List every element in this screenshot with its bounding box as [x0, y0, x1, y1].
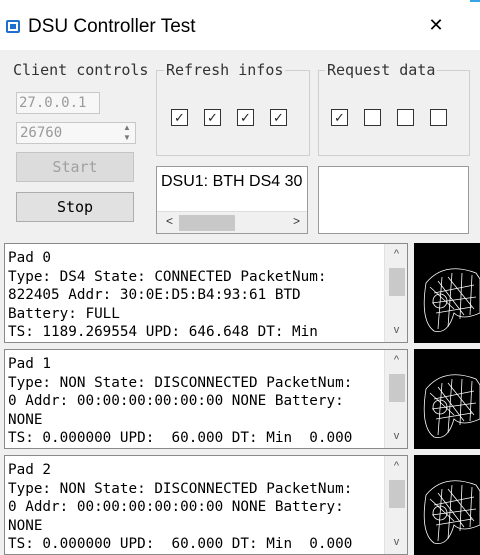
client-controls-label: Client controls	[11, 61, 151, 79]
vertical-scrollbar[interactable]: ^ v	[384, 456, 407, 554]
pad-line: 0 Addr: 00:00:00:00:00:00 NONE Battery:	[8, 393, 344, 409]
horizontal-scrollbar[interactable]: < >	[157, 211, 307, 233]
app-icon	[6, 20, 20, 33]
scroll-thumb[interactable]	[179, 215, 235, 231]
pad-line: 822405 Addr: 30:0E:D5:B4:93:61 BTD	[8, 287, 301, 303]
request-data-output	[318, 166, 469, 234]
refresh-infos-checkbox-0[interactable]: ✓	[171, 109, 188, 126]
scroll-down-icon[interactable]: v	[385, 324, 407, 336]
pad-line: TS: 1189.269554 UPD: 646.648 DT: Min	[8, 324, 318, 340]
controller-preview-0	[414, 243, 480, 343]
pad-panel-0: Pad 0 Type: DS4 State: CONNECTED PacketNu…	[4, 243, 408, 343]
request-data-checkbox-0[interactable]: ✓	[331, 109, 348, 126]
controller-preview-1	[414, 349, 480, 449]
title-bar: DSU Controller Test ✕	[0, 0, 480, 50]
stop-button[interactable]: Stop	[16, 192, 134, 222]
scroll-right-icon[interactable]: >	[293, 214, 300, 228]
request-data-checkbox-1[interactable]	[364, 109, 381, 126]
pad-panel-1: Pad 1 Type: NON State: DISCONNECTED Packe…	[4, 349, 408, 449]
request-data-checkbox-3[interactable]	[430, 109, 447, 126]
port-field[interactable]: 26760	[16, 122, 136, 144]
request-data-checkbox-2[interactable]	[397, 109, 414, 126]
pad-line: Type: DS4 State: CONNECTED PacketNum:	[8, 268, 327, 285]
client-status-box: DSU1: BTH DS4 30 < >	[156, 166, 308, 234]
pad-panel-2: Pad 2 Type: NON State: DISCONNECTED Packe…	[4, 455, 408, 555]
close-button[interactable]: ✕	[424, 14, 448, 36]
scroll-left-icon[interactable]: <	[166, 214, 173, 228]
scroll-up-icon[interactable]: ^	[385, 460, 407, 472]
scroll-up-icon[interactable]: ^	[385, 248, 407, 260]
scroll-down-icon[interactable]: v	[385, 430, 407, 442]
scroll-up-icon[interactable]: ^	[385, 354, 407, 366]
controller-wireframe-icon	[423, 374, 480, 438]
refresh-infos-label: Refresh infos	[164, 61, 286, 79]
checkmark-icon: ✓	[334, 110, 345, 125]
controller-wireframe-icon	[423, 480, 480, 544]
pad-line: Type: NON State: DISCONNECTED PacketNum:	[8, 374, 353, 391]
scroll-thumb[interactable]	[389, 268, 405, 296]
pad-line: TS: 0.000000 UPD: 60.000 DT: Min 0.000	[8, 536, 353, 552]
client-status-text: DSU1: BTH DS4 30	[161, 173, 303, 190]
pad-line: NONE	[8, 517, 43, 534]
pad-line: NONE	[8, 411, 43, 428]
controller-wireframe-icon	[423, 268, 480, 332]
refresh-infos-checkbox-2[interactable]: ✓	[237, 109, 254, 126]
refresh-infos-checkbox-3[interactable]: ✓	[270, 109, 287, 126]
pad-line: Type: NON State: DISCONNECTED PacketNum:	[8, 480, 353, 497]
port-stepper[interactable]: ▲ ▼	[120, 123, 134, 143]
checkmark-icon: ✓	[240, 110, 251, 125]
scroll-thumb[interactable]	[389, 480, 405, 508]
refresh-infos-checkbox-1[interactable]: ✓	[204, 109, 221, 126]
checkmark-icon: ✓	[273, 110, 284, 125]
vertical-scrollbar[interactable]: ^ v	[384, 244, 407, 342]
pad-line: 0 Addr: 00:00:00:00:00:00 NONE Battery:	[8, 499, 344, 515]
scroll-thumb[interactable]	[389, 374, 405, 402]
start-button[interactable]: Start	[16, 152, 134, 182]
pad-line: TS: 0.000000 UPD: 60.000 DT: Min 0.000	[8, 430, 353, 446]
pad-line: Pad 0	[8, 250, 52, 266]
window-title: DSU Controller Test	[28, 16, 196, 37]
vertical-scrollbar[interactable]: ^ v	[384, 350, 407, 448]
controller-preview-2	[414, 455, 480, 555]
pad-line: Battery: FULL	[8, 305, 120, 322]
titlebar-accent	[470, 0, 480, 2]
pad-line: Pad 1	[8, 356, 52, 372]
pad-line: Pad 2	[8, 462, 52, 478]
checkmark-icon: ✓	[207, 110, 218, 125]
ip-address-field[interactable]: 27.0.0.1	[16, 92, 100, 114]
checkmark-icon: ✓	[174, 110, 185, 125]
request-data-label: Request data	[325, 61, 438, 79]
scroll-down-icon[interactable]: v	[385, 536, 407, 548]
